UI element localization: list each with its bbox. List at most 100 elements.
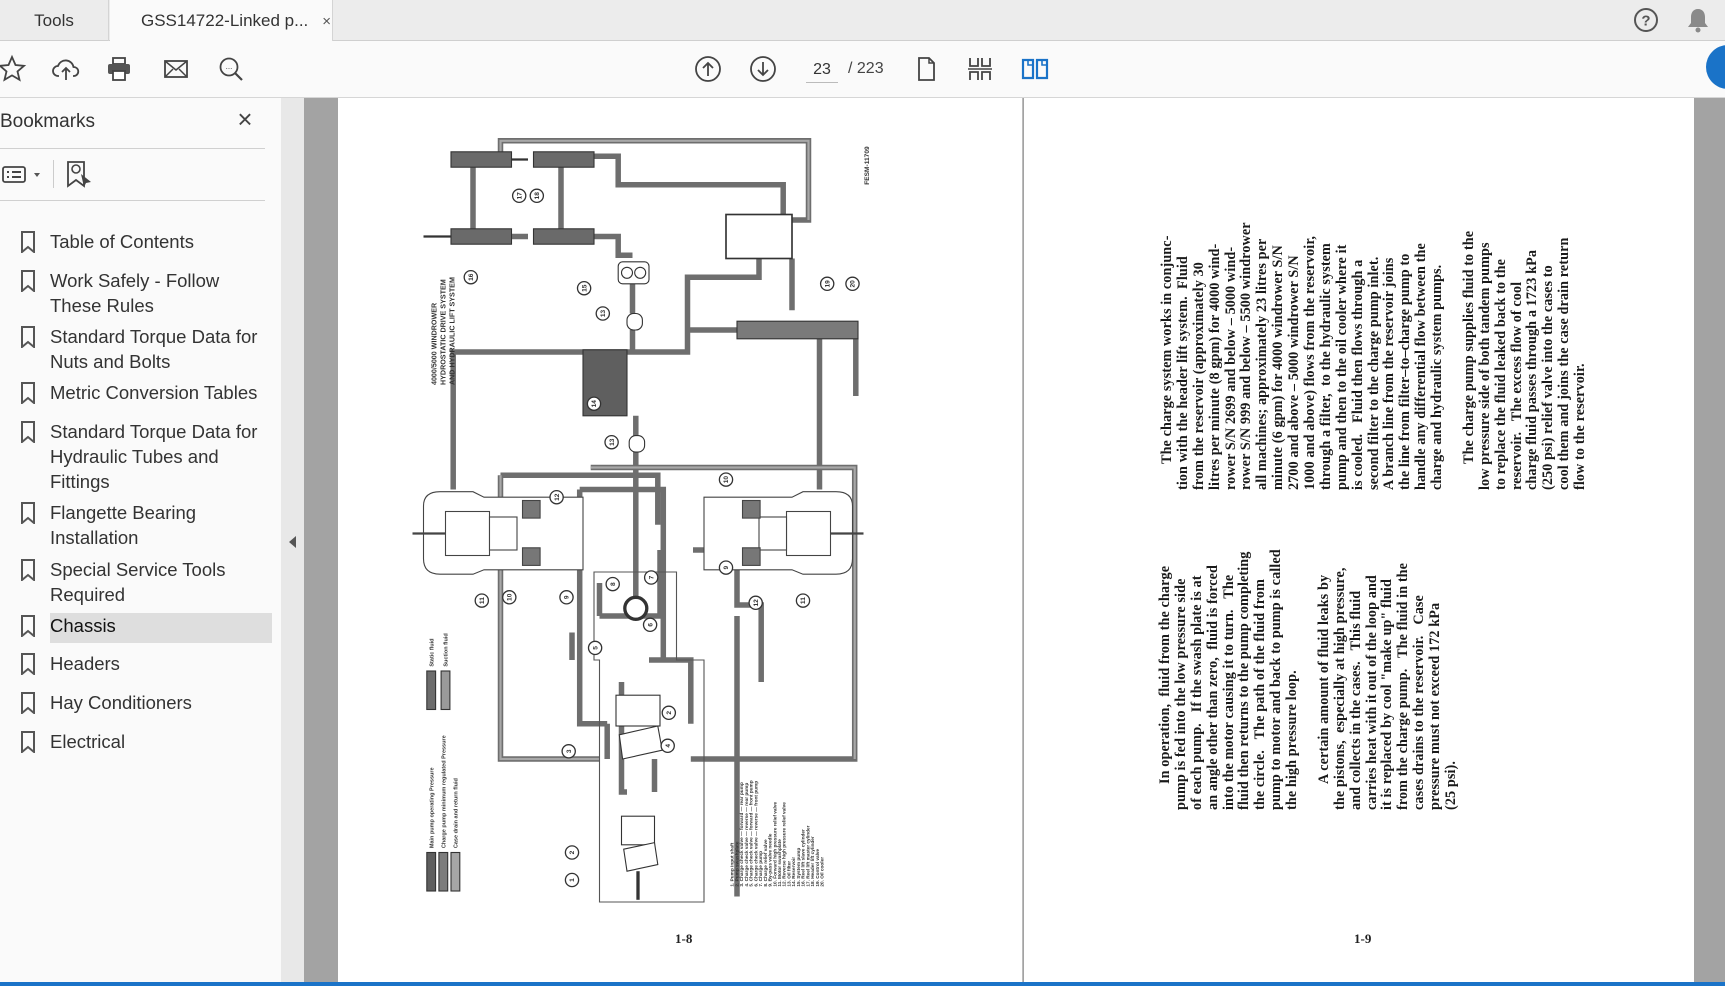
single-page-icon[interactable]: [908, 51, 944, 87]
text-line: In operation, fluid from the charge: [1157, 565, 1173, 784]
bookmark-item[interactable]: Table of Contents: [0, 229, 275, 259]
text-line: pump is fed into the low pressure side: [1172, 578, 1189, 811]
page-1-8: [338, 98, 1023, 986]
text-line: charge fluid passes through a 1723 kPa: [1524, 249, 1541, 490]
help-icon[interactable]: ?: [1628, 2, 1664, 38]
text-line: pump to motor and back to pump is called: [1268, 549, 1285, 810]
text-line: cool them and joins the case drain retur…: [1556, 237, 1573, 490]
bookmark-label: Headers: [50, 653, 120, 674]
text-line: it is replaced by cool "make up" fluid: [1379, 579, 1396, 810]
page-number-input[interactable]: [806, 57, 838, 83]
text-line: rower S/N 2699 and below – 5000 wind-: [1222, 246, 1239, 490]
text-line: (25 psi).: [1443, 761, 1460, 810]
svg-text:?: ?: [1641, 13, 1650, 30]
print-icon[interactable]: [101, 51, 137, 87]
close-icon[interactable]: ×: [233, 106, 257, 132]
text-line: from the charge pump. The fluid in the: [1395, 562, 1412, 810]
panel-collapse-handle[interactable]: [281, 98, 304, 986]
bookmark-item[interactable]: Headers: [0, 651, 275, 681]
share-button[interactable]: [1706, 45, 1725, 89]
text-line: the circle. The path of the fluid from: [1252, 579, 1269, 810]
cloud-upload-icon[interactable]: [48, 51, 84, 87]
text-line: of each pump. If the swash plate is at: [1188, 575, 1205, 810]
tab-tools[interactable]: Tools: [0, 0, 109, 41]
text-line: through a filter, to the hydraulic syste…: [1317, 243, 1334, 490]
bookmark-item[interactable]: Flangette Bearing Installation: [0, 500, 275, 550]
bookmark-item[interactable]: Metric Conversion Tables: [0, 380, 275, 410]
text-line: fluid then returns to the pump completin…: [1236, 551, 1253, 810]
bookmark-icon: [0, 229, 50, 259]
bookmark-item[interactable]: Chassis: [0, 613, 275, 643]
tab-bar: Tools GSS14722-Linked p... × ?: [0, 0, 1725, 42]
text-line: litres per minute (8 gpm) for 4000 wind-: [1206, 243, 1223, 490]
text-block-charge-system: The charge system works in conjunc-tion …: [1159, 210, 1589, 490]
bookmark-options-button[interactable]: [2, 162, 42, 188]
bookmark-item[interactable]: Special Service Tools Required: [0, 557, 275, 607]
close-tab-icon[interactable]: ×: [322, 13, 331, 30]
bookmark-icon: [0, 651, 50, 681]
text-line: handle any differential flow between the: [1413, 243, 1430, 490]
two-page-icon[interactable]: [1017, 51, 1053, 87]
text-line: an angle other than zero, fluid is force…: [1204, 565, 1221, 810]
text-line: rower S/N 999 and below – 5500 windrower: [1238, 222, 1255, 490]
text-line: A certain amount of fluid leaks by: [1315, 574, 1332, 784]
text-block-operation: In operation, fluid from the charge pump …: [1157, 530, 1460, 811]
text-line: all machines; approximately 23 litres pe…: [1254, 238, 1271, 490]
bookmarks-panel: Bookmarks × Table of Contents Work Safely…: [0, 98, 281, 986]
collapse-arrow-icon[interactable]: [288, 535, 298, 549]
bookmark-item[interactable]: Standard Torque Data for Nuts and Bolts: [0, 324, 275, 374]
find-bookmark-icon[interactable]: [65, 160, 95, 190]
text-line: A branch line from the reservoir joins: [1381, 257, 1398, 490]
bell-icon[interactable]: [1680, 2, 1716, 38]
text-line: low pressure side of both tandem pumps: [1476, 242, 1493, 490]
svg-text:...: ...: [226, 62, 233, 71]
page-up-icon[interactable]: [690, 51, 726, 87]
bookmark-label: Special Service Tools Required: [50, 559, 226, 605]
bookmark-icon: [0, 324, 50, 374]
zoom-search-icon[interactable]: ...: [213, 51, 249, 87]
bookmark-label: Flangette Bearing Installation: [50, 502, 197, 548]
text-line: flow to the reservoir.: [1572, 363, 1589, 490]
text-line: into the motor causing it to turn. The: [1220, 574, 1237, 810]
bookmark-icon: [0, 690, 50, 720]
bookmark-item[interactable]: Hay Conditioners: [0, 690, 275, 720]
text-line: minute (6 gpm) for 4000 windrower S/N: [1270, 245, 1287, 490]
text-line: [1446, 210, 1462, 490]
panel-title: Bookmarks: [0, 111, 96, 132]
bookmark-label: Table of Contents: [50, 231, 194, 252]
bookmark-icon: [0, 557, 50, 607]
bookmark-label: Electrical: [50, 731, 126, 752]
bookmark-item[interactable]: Electrical: [0, 729, 275, 759]
scroll-mode-icon[interactable]: [962, 51, 998, 87]
text-line: and collects in the cases. This fluid: [1347, 590, 1364, 810]
text-line: 1000 and above) flows from the reservoir…: [1302, 235, 1319, 490]
bookmark-label: Standard Torque Data for Nuts and Bolts: [50, 326, 258, 372]
text-line: [1301, 530, 1317, 810]
text-line: the line from filter–to–charge pump to: [1397, 253, 1414, 490]
page-total: / 223: [848, 60, 884, 77]
bookmark-icon: [0, 500, 50, 550]
bookmark-label: Chassis: [50, 613, 272, 643]
toolbar: ... / 223: [0, 41, 1725, 98]
bookmark-icon: [0, 380, 50, 410]
text-line: The charge pump supplies fluid to the: [1460, 230, 1477, 464]
bookmark-icon: [0, 268, 50, 318]
divider: [0, 200, 265, 201]
text-line: from the reservoir (approximately 30: [1190, 262, 1207, 490]
text-line: (250 psi) relief valve into the cases to: [1540, 265, 1557, 490]
mail-icon[interactable]: [158, 51, 194, 87]
bookmark-label: Hay Conditioners: [50, 692, 192, 713]
text-line: pump and then to the oil cooler where it: [1333, 244, 1350, 490]
star-icon[interactable]: [0, 51, 30, 87]
bookmark-item[interactable]: Work Safely - Follow These Rules: [0, 268, 275, 318]
page-down-icon[interactable]: [745, 51, 781, 87]
text-line: the high pressure loop.: [1284, 670, 1301, 810]
tab-tools-label: Tools: [34, 10, 74, 30]
tab-document[interactable]: GSS14722-Linked p... ×: [110, 0, 333, 42]
bookmark-item[interactable]: Standard Torque Data for Hydraulic Tubes…: [0, 419, 275, 494]
divider: [0, 148, 265, 149]
bookmark-label: Standard Torque Data for Hydraulic Tubes…: [50, 421, 258, 492]
text-line: is cooled. Fluid then flows through a: [1349, 259, 1366, 490]
text-line: cases drains to the reservoir. Case: [1411, 595, 1428, 810]
page-number-right: 1-9: [1354, 931, 1372, 946]
